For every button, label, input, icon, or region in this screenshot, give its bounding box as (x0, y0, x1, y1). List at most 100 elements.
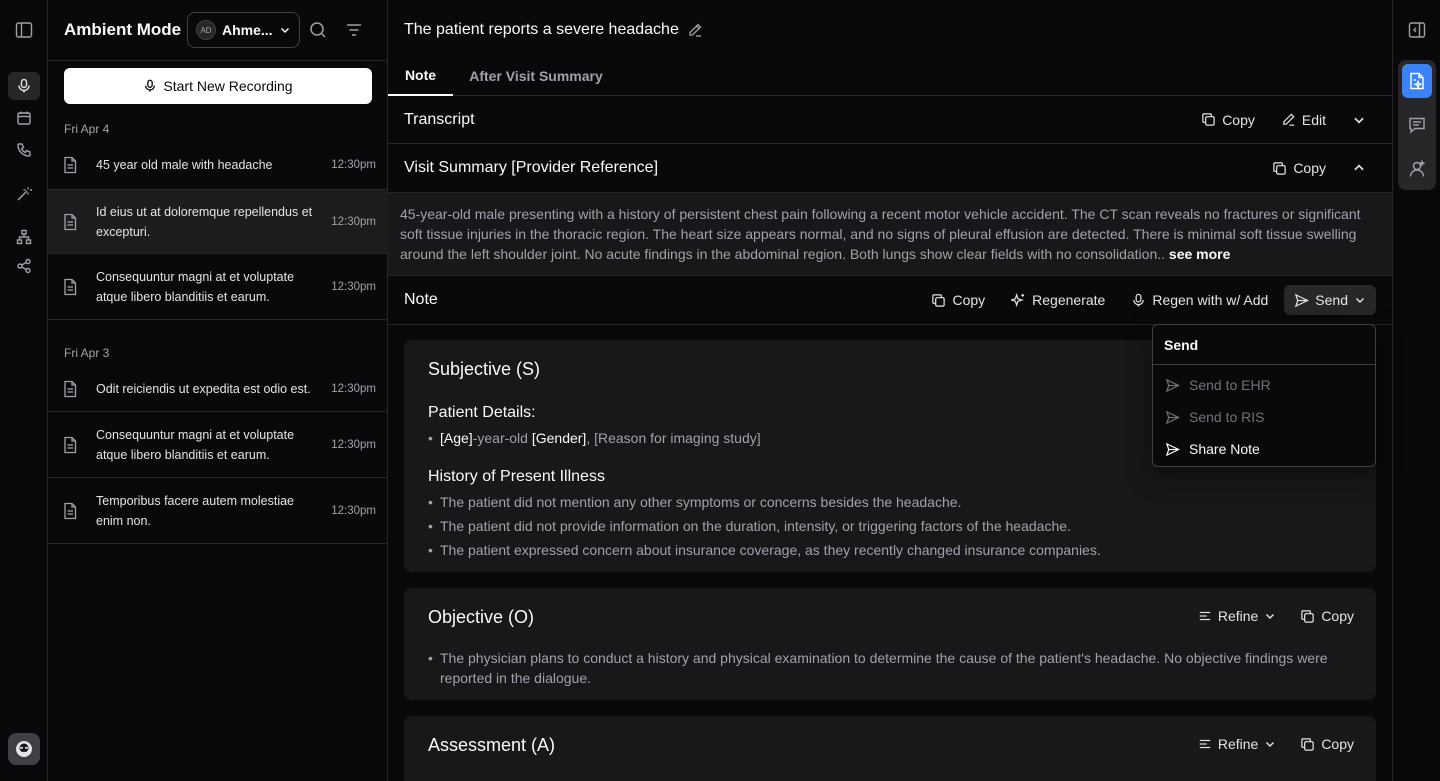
objective-copy-button[interactable]: Copy (1290, 601, 1364, 631)
recording-list-item[interactable]: Id eius ut at doloremque repellendus et … (48, 190, 388, 254)
tab-note[interactable]: Note (388, 56, 453, 96)
text-align-icon (1198, 609, 1212, 623)
recording-list-item[interactable]: Temporibus facere autem molestiae enim n… (48, 478, 388, 544)
microphone-icon[interactable] (8, 72, 40, 100)
copy-icon (931, 293, 946, 308)
chevron-up-icon (1352, 161, 1366, 175)
copy-icon (1272, 161, 1287, 176)
chat-icon[interactable] (1402, 108, 1432, 142)
toggle-sidebar-icon[interactable] (8, 16, 40, 44)
visit-summary-body: 45-year-old male presenting with a histo… (388, 193, 1392, 276)
pencil-icon (1281, 112, 1296, 127)
assessment-card: Assessment (A) Refine Copy (404, 716, 1376, 781)
share-nodes-icon[interactable] (8, 252, 40, 280)
magic-wand-icon[interactable] (8, 180, 40, 208)
recording-title: 45 year old male with headache (96, 158, 273, 172)
objective-refine-button[interactable]: Refine (1188, 601, 1286, 631)
copy-icon (1300, 737, 1315, 752)
gender-placeholder: [Gender] (531, 430, 587, 446)
user-selector[interactable]: AD Ahme... (187, 12, 300, 48)
user-name: Ahme... (222, 22, 273, 38)
chevron-down-icon (279, 24, 291, 36)
assessment-title: Assessment (A) (428, 735, 556, 755)
send-label: Send (1315, 292, 1348, 308)
hpi-item: The patient did not mention any other sy… (428, 492, 961, 512)
toggle-right-panel-icon[interactable] (1401, 16, 1433, 44)
assessment-refine-button[interactable]: Refine (1188, 729, 1286, 759)
refine-label: Refine (1217, 736, 1259, 752)
transcript-copy-button[interactable]: Copy (1191, 105, 1265, 135)
visit-summary-label: Visit Summary [Provider Reference] (404, 159, 659, 176)
recording-time: 12:30pm (331, 215, 376, 228)
share-note-label: Share Note (1189, 441, 1260, 457)
copy-icon (1300, 609, 1315, 624)
text-align-icon (1198, 737, 1212, 751)
note-tabs: Note After Visit Summary (388, 56, 1392, 96)
regenerate-button[interactable]: Regenerate (1001, 285, 1115, 315)
document-icon (62, 436, 78, 454)
subjective-title: Subjective (S) (428, 359, 541, 379)
copy-label: Copy (1293, 160, 1326, 176)
transcript-edit-button[interactable]: Edit (1271, 105, 1336, 135)
chevron-down-icon (1264, 738, 1276, 750)
recording-list-item[interactable]: Odit reiciendis ut expedita est odio est… (48, 366, 388, 412)
recording-list-item[interactable]: Consequuntur magni at et voluptate atque… (48, 254, 388, 320)
age-suffix: -year-old (472, 430, 532, 446)
microphone-icon (1131, 293, 1146, 308)
document-ai-icon[interactable] (1402, 64, 1432, 98)
filter-icon[interactable] (342, 18, 366, 42)
chevron-down-icon (1352, 113, 1366, 127)
recording-list-item[interactable]: 45 year old male with headache 12:30pm (48, 141, 388, 190)
transcript-expand-button[interactable] (1342, 105, 1376, 135)
copy-label: Copy (952, 292, 986, 308)
regen-with-add-button[interactable]: Regen with w/ Add (1121, 285, 1278, 315)
visit-summary-section: Visit Summary [Provider Reference] Copy (388, 144, 1392, 193)
pencil-icon[interactable] (687, 22, 703, 38)
search-icon[interactable] (306, 18, 330, 42)
objective-title: Objective (O) (428, 607, 535, 627)
objective-card: Objective (O) Refine Copy The physician … (404, 588, 1376, 700)
start-recording-label: Start New Recording (163, 78, 293, 94)
patient-details-item: [Age]-year-old [Gender], [Reason for ima… (428, 428, 761, 448)
send-to-ehr-item[interactable]: Send to EHR (1153, 369, 1375, 401)
assistant-icon[interactable] (1402, 152, 1432, 186)
patient-details-heading: Patient Details: (428, 404, 536, 421)
visit-summary-collapse-button[interactable] (1342, 153, 1376, 183)
microphone-icon (143, 79, 157, 93)
send-to-ris-item[interactable]: Send to RIS (1153, 401, 1375, 433)
profile-avatar[interactable] (8, 733, 40, 765)
hierarchy-icon[interactable] (8, 223, 40, 251)
transcript-label: Transcript (404, 110, 475, 128)
note-copy-button[interactable]: Copy (921, 285, 995, 315)
regenerate-label: Regenerate (1032, 292, 1106, 308)
edit-label: Edit (1301, 111, 1326, 128)
calendar-icon[interactable] (8, 104, 40, 132)
right-tool-group (1398, 60, 1436, 190)
send-icon (1165, 442, 1180, 457)
recording-title: Id eius ut at doloremque repellendus et … (96, 204, 313, 239)
recording-time: 12:30pm (331, 382, 376, 395)
assessment-copy-button[interactable]: Copy (1290, 729, 1364, 759)
sparkles-icon (1011, 292, 1026, 308)
send-button[interactable]: Send (1284, 285, 1376, 315)
document-icon (62, 156, 78, 174)
reason-placeholder: , [Reason for imaging study] (586, 430, 761, 446)
visit-summary-copy-button[interactable]: Copy (1262, 153, 1336, 183)
recording-title: Consequuntur magni at et voluptate atque… (96, 427, 295, 462)
phone-icon[interactable] (8, 136, 40, 164)
share-note-item[interactable]: Share Note (1153, 433, 1375, 465)
date-group-label: Fri Apr 3 (64, 346, 110, 360)
recording-list-item[interactable]: Consequuntur magni at et voluptate atque… (48, 412, 388, 478)
icon-rail (0, 0, 48, 781)
refine-label: Refine (1217, 608, 1259, 624)
tab-after-visit-summary[interactable]: After Visit Summary (457, 56, 615, 96)
start-recording-button[interactable]: Start New Recording (64, 68, 372, 104)
user-avatar: AD (196, 20, 216, 40)
hpi-item: The patient expressed concern about insu… (428, 540, 1101, 560)
note-title-row: The patient reports a severe headache (404, 21, 703, 39)
document-icon (62, 278, 78, 296)
send-icon (1165, 378, 1180, 393)
see-more-link[interactable]: see more (1169, 246, 1230, 262)
document-icon (62, 502, 78, 520)
send-to-ris-label: Send to RIS (1189, 409, 1265, 425)
